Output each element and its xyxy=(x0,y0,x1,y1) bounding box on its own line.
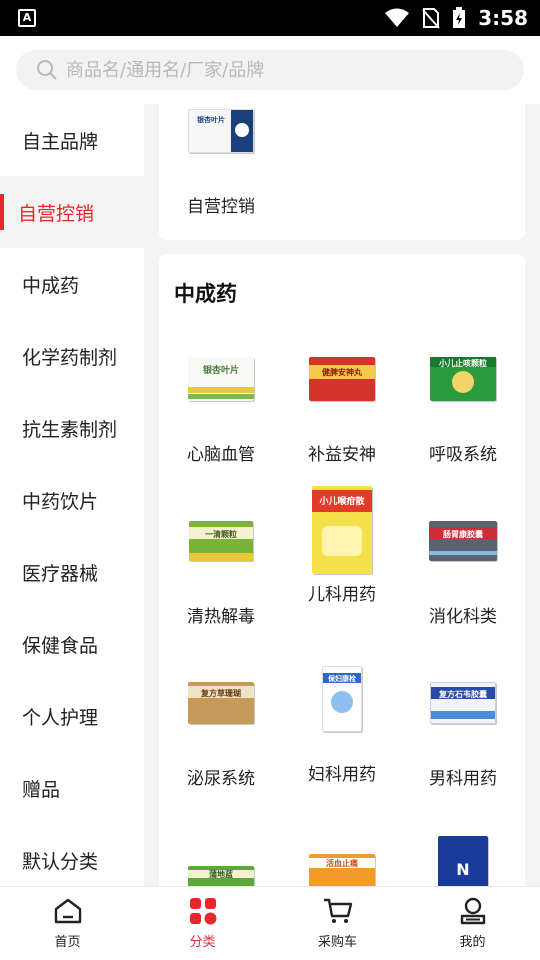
subcategory-tile[interactable]: 小儿止咳颗粒 呼吸系统 xyxy=(407,334,519,465)
product-image: 肠胃康胶囊 xyxy=(428,496,498,586)
sidebar-item-label: 个人护理 xyxy=(22,706,99,729)
sidebar-item-label: 自营控销 xyxy=(18,202,95,225)
subcategory-label: 消化科类 xyxy=(429,607,497,627)
subcategory-tile[interactable]: 健脾安神丸 补益安神 xyxy=(286,334,398,465)
no-sim-icon xyxy=(422,8,440,29)
subcategory-label: 自营控销 xyxy=(187,197,255,217)
product-image: 小儿喉疳散 xyxy=(307,474,377,586)
tab-label: 分类 xyxy=(189,935,216,950)
subcategory-label: 男科用药 xyxy=(429,769,497,789)
search-input[interactable] xyxy=(66,59,506,81)
tab-category[interactable]: 分类 xyxy=(135,887,270,960)
sidebar-item-label: 中成药 xyxy=(22,274,80,297)
product-box-text: 复方石韦胶囊 xyxy=(439,690,487,699)
subcategory-tile[interactable]: 银杏叶片 心脑血管 xyxy=(165,334,277,465)
product-box-text: 蒲地蓝 xyxy=(209,870,233,879)
product-image: 活血止痛 xyxy=(307,820,377,886)
subcategory-tile[interactable]: 蒲地蓝 xyxy=(165,820,277,886)
tab-label: 我的 xyxy=(459,935,486,950)
category-sidebar: 自主品牌 自营控销 中成药 化学药制剂 抗生素制剂 中药饮片 医疗器械 保健食品… xyxy=(0,104,144,886)
sidebar-item-gifts[interactable]: 赠品 xyxy=(0,752,144,824)
status-bar: A 3:58 xyxy=(0,0,540,36)
sidebar-item-label: 中药饮片 xyxy=(22,490,99,513)
product-image: 蒲地蓝 xyxy=(186,820,256,886)
tab-profile[interactable]: 我的 xyxy=(405,887,540,960)
subcategory-tile[interactable]: 小儿喉疳散 儿科用药 xyxy=(286,474,398,605)
sidebar-item-self-operated[interactable]: 自营控销 xyxy=(0,176,144,248)
tab-label: 首页 xyxy=(54,935,81,950)
sidebar-item-herbal-pieces[interactable]: 中药饮片 xyxy=(0,464,144,536)
product-image: 健脾安神丸 xyxy=(307,334,377,424)
subcategory-label: 呼吸系统 xyxy=(429,445,497,465)
subcategory-tile[interactable]: 肠胃康胶囊 消化科类 xyxy=(407,496,519,627)
subcategory-label: 心脑血管 xyxy=(187,445,255,465)
product-box-text: 银杏叶片 xyxy=(202,366,239,376)
tab-home[interactable]: 首页 xyxy=(0,887,135,960)
category-content: 银杏叶片 自营控销 中成药 银杏叶片 心脑血管 健脾安神丸 补益安神 小儿止咳颗… xyxy=(144,104,540,886)
product-image: 小儿止咳颗粒 xyxy=(428,334,498,424)
product-box-text: 一清颗粒 xyxy=(205,530,237,539)
subcategory-tile[interactable]: 银杏叶片 自营控销 xyxy=(165,104,277,217)
cart-icon xyxy=(323,898,352,923)
product-image: 保妇康栓 xyxy=(307,654,377,744)
wifi-icon xyxy=(385,8,410,27)
user-icon xyxy=(460,897,485,925)
subcategory-label: 清热解毒 xyxy=(187,607,255,627)
subcategory-card-self-operated: 银杏叶片 自营控销 xyxy=(159,104,525,240)
product-box-text: 活血止痛 xyxy=(326,859,358,868)
sidebar-item-medical-devices[interactable]: 医疗器械 xyxy=(0,536,144,608)
sidebar-item-health-food[interactable]: 保健食品 xyxy=(0,608,144,680)
subcategory-label: 补益安神 xyxy=(308,445,376,465)
sidebar-item-chemical-preparations[interactable]: 化学药制剂 xyxy=(0,320,144,392)
search-icon xyxy=(37,60,57,80)
subcategory-label: 妇科用药 xyxy=(308,765,376,785)
sidebar-item-label: 默认分类 xyxy=(22,850,99,873)
product-image: 银杏叶片 xyxy=(186,334,256,424)
subcategory-label: 儿科用药 xyxy=(308,585,376,605)
subcategory-tile[interactable]: 保妇康栓 妇科用药 xyxy=(286,654,398,785)
category-grid-icon xyxy=(189,898,216,925)
product-box-text: 小儿止咳颗粒 xyxy=(439,359,487,368)
product-box-text: N xyxy=(456,860,470,879)
tab-label: 采购车 xyxy=(317,935,357,950)
section-card: 中成药 银杏叶片 心脑血管 健脾安神丸 补益安神 小儿止咳颗粒 呼吸系统 一清颗… xyxy=(159,254,525,886)
search-bar xyxy=(0,36,540,104)
sidebar-item-label: 自主品牌 xyxy=(22,130,99,153)
product-box-text: 肠胃康胶囊 xyxy=(443,530,483,539)
sidebar-item-chinese-patent-medicine[interactable]: 中成药 xyxy=(0,248,144,320)
sidebar-item-label: 保健食品 xyxy=(22,634,99,657)
sidebar-item-default[interactable]: 默认分类 xyxy=(0,824,144,886)
product-box-text: 复方草珊瑚 xyxy=(201,689,241,698)
sidebar-item-personal-care[interactable]: 个人护理 xyxy=(0,680,144,752)
subcategory-label: 泌尿系统 xyxy=(187,769,255,789)
product-image: 复方草珊瑚 xyxy=(186,658,256,748)
sidebar-item-own-brand[interactable]: 自主品牌 xyxy=(0,104,144,176)
sidebar-item-label: 医疗器械 xyxy=(22,562,99,585)
search-box[interactable] xyxy=(16,50,524,90)
product-image: N xyxy=(428,820,498,886)
bottom-tab-bar: 首页 分类 采购车 我的 xyxy=(0,886,540,960)
clock: 3:58 xyxy=(478,6,528,30)
product-image: 银杏叶片 xyxy=(186,104,256,176)
section-title: 中成药 xyxy=(174,282,237,306)
subcategory-tile[interactable]: 复方石韦胶囊 男科用药 xyxy=(407,658,519,789)
product-image: 一清颗粒 xyxy=(186,496,256,586)
subcategory-tile[interactable]: 活血止痛 xyxy=(286,820,398,886)
app-notification-icon: A xyxy=(18,9,36,27)
tab-cart[interactable]: 采购车 xyxy=(270,887,405,960)
sidebar-item-label: 化学药制剂 xyxy=(22,346,118,369)
product-box-text: 保妇康栓 xyxy=(328,675,356,683)
subcategory-tile[interactable]: 复方草珊瑚 泌尿系统 xyxy=(165,658,277,789)
product-box-text: 健脾安神丸 xyxy=(322,368,362,377)
battery-charging-icon xyxy=(453,7,466,28)
subcategory-tile[interactable]: N xyxy=(407,820,519,886)
home-icon xyxy=(54,898,81,924)
sidebar-item-label: 抗生素制剂 xyxy=(22,418,118,441)
sidebar-item-antibiotics[interactable]: 抗生素制剂 xyxy=(0,392,144,464)
subcategory-tile[interactable]: 一清颗粒 清热解毒 xyxy=(165,496,277,627)
product-box-text: 小儿喉疳散 xyxy=(319,497,365,507)
sidebar-item-label: 赠品 xyxy=(22,778,61,801)
product-box-text: 银杏叶片 xyxy=(197,116,225,124)
product-image: 复方石韦胶囊 xyxy=(428,658,498,748)
